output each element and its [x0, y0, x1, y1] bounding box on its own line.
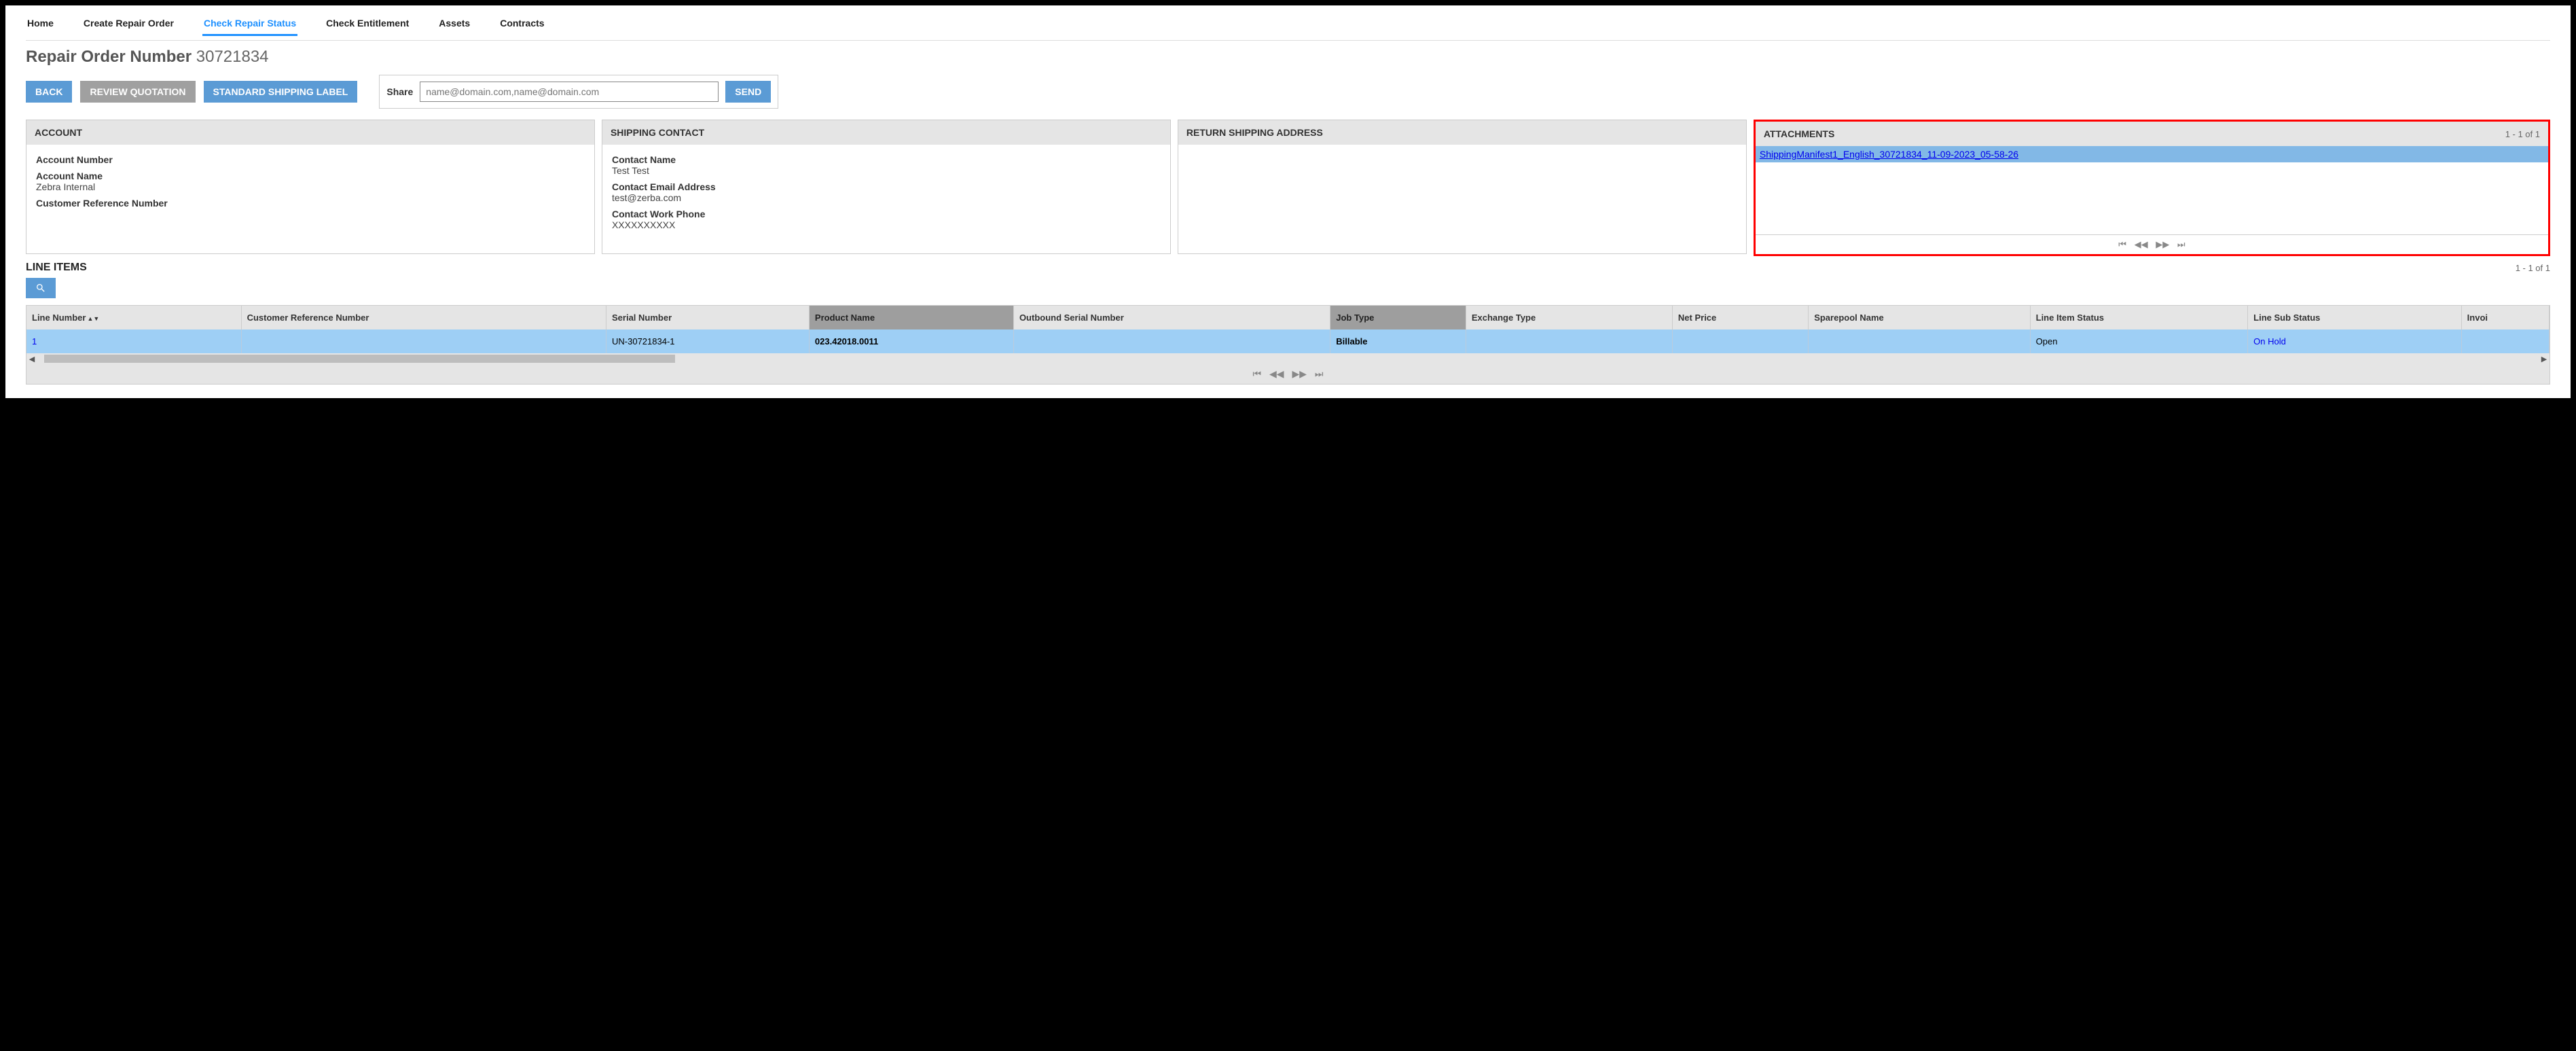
col-crn[interactable]: Customer Reference Number [241, 306, 606, 329]
contact-phone-value: XXXXXXXXXX [612, 219, 1161, 230]
pager-next-icon[interactable]: ▶▶ [2156, 239, 2169, 249]
account-number-label: Account Number [36, 154, 585, 165]
scroll-left-icon[interactable]: ◀ [26, 355, 37, 363]
attachments-header-label: ATTACHMENTS [1764, 128, 1834, 139]
horizontal-scrollbar[interactable]: ◀ ▶ [26, 353, 2550, 364]
cell-product-name: 023.42018.0011 [809, 329, 1013, 353]
nav-check-repair-status[interactable]: Check Repair Status [202, 12, 297, 36]
account-name-label: Account Name [36, 171, 585, 181]
return-address-body [1178, 145, 1746, 253]
panels-row: ACCOUNT Account Number Account Name Zebr… [26, 120, 2550, 256]
attachments-pager: ⏮ ◀◀ ▶▶ ⏭ [1756, 234, 2548, 254]
col-product-name[interactable]: Product Name [809, 306, 1013, 329]
cell-product-name-text: 023.42018.0011 [815, 336, 878, 346]
attachments-pager-text: 1 - 1 of 1 [2505, 129, 2540, 139]
grid-pager-first-icon[interactable]: ⏮ [1253, 368, 1262, 379]
attachments-list: ShippingManifest1_English_30721834_11-09… [1756, 146, 2548, 234]
attachments-panel: ATTACHMENTS 1 - 1 of 1 ShippingManifest1… [1754, 120, 2550, 256]
cell-outbound-serial [1013, 329, 1330, 353]
grid-pager-next-icon[interactable]: ▶▶ [1292, 368, 1307, 379]
share-input[interactable] [420, 82, 719, 102]
page-title: Repair Order Number 30721834 [26, 48, 2550, 67]
attachments-header: ATTACHMENTS 1 - 1 of 1 [1756, 122, 2548, 146]
nav-contracts[interactable]: Contracts [498, 12, 545, 36]
account-name-value: Zebra Internal [36, 181, 585, 192]
return-address-header-label: RETURN SHIPPING ADDRESS [1186, 127, 1323, 138]
account-panel-body: Account Number Account Name Zebra Intern… [26, 145, 594, 253]
page-title-prefix: Repair Order Number [26, 48, 192, 66]
action-row: BACK REVIEW QUOTATION STANDARD SHIPPING … [26, 75, 2550, 109]
scroll-right-icon[interactable]: ▶ [2539, 355, 2550, 363]
contact-email-value: test@zerba.com [612, 192, 1161, 203]
col-serial[interactable]: Serial Number [606, 306, 810, 329]
line-items-search-button[interactable] [26, 278, 56, 298]
cell-exchange-type [1466, 329, 1672, 353]
return-address-panel: RETURN SHIPPING ADDRESS [1178, 120, 1747, 254]
cell-serial: UN-30721834-1 [606, 329, 810, 353]
shipping-contact-header-label: SHIPPING CONTACT [611, 127, 704, 138]
cell-sub-status[interactable]: On Hold [2253, 336, 2286, 346]
order-number: 30721834 [196, 48, 269, 66]
cell-job-type: Billable [1330, 329, 1466, 353]
standard-shipping-label-button[interactable]: STANDARD SHIPPING LABEL [204, 81, 358, 103]
col-invoice[interactable]: Invoi [2461, 306, 2549, 329]
review-quotation-button[interactable]: REVIEW QUOTATION [80, 81, 195, 103]
cell-line-number[interactable]: 1 [32, 336, 37, 346]
line-items-title: LINE ITEMS [26, 262, 87, 274]
col-outbound-serial[interactable]: Outbound Serial Number [1013, 306, 1330, 329]
line-items-pager-text: 1 - 1 of 1 [2516, 263, 2550, 273]
col-job-type[interactable]: Job Type [1330, 306, 1466, 329]
table-header-row: Line Number Customer Reference Number Se… [26, 306, 2550, 329]
send-button[interactable]: SEND [725, 81, 771, 103]
col-line-number[interactable]: Line Number [26, 306, 241, 329]
col-sub-status[interactable]: Line Sub Status [2248, 306, 2462, 329]
line-items-grid: Line Number Customer Reference Number Se… [26, 305, 2550, 385]
account-panel: ACCOUNT Account Number Account Name Zebr… [26, 120, 595, 254]
col-net-price[interactable]: Net Price [1672, 306, 1808, 329]
shipping-contact-body: Contact Name Test Test Contact Email Add… [602, 145, 1170, 253]
crn-label: Customer Reference Number [36, 198, 585, 209]
grid-pager-prev-icon[interactable]: ◀◀ [1269, 368, 1284, 379]
account-header-label: ACCOUNT [35, 127, 82, 138]
col-exchange-type[interactable]: Exchange Type [1466, 306, 1672, 329]
share-label: Share [386, 86, 413, 97]
contact-name-label: Contact Name [612, 154, 1161, 165]
contact-email-label: Contact Email Address [612, 181, 1161, 192]
grid-pager-last-icon[interactable]: ⏭ [1315, 368, 1324, 379]
pager-first-icon[interactable]: ⏮ [2118, 239, 2126, 249]
back-button[interactable]: BACK [26, 81, 72, 103]
shipping-contact-panel: SHIPPING CONTACT Contact Name Test Test … [602, 120, 1171, 254]
table-row[interactable]: 1 UN-30721834-1 023.42018.0011 Billable … [26, 329, 2550, 353]
cell-sparepool [1809, 329, 2030, 353]
account-panel-header: ACCOUNT [26, 120, 594, 145]
contact-name-value: Test Test [612, 165, 1161, 176]
shipping-contact-header: SHIPPING CONTACT [602, 120, 1170, 145]
line-items-header-row: LINE ITEMS 1 - 1 of 1 [26, 262, 2550, 274]
cell-job-type-text: Billable [1336, 336, 1367, 346]
col-status[interactable]: Line Item Status [2030, 306, 2248, 329]
nav-create-repair-order[interactable]: Create Repair Order [82, 12, 175, 36]
col-sparepool[interactable]: Sparepool Name [1809, 306, 2030, 329]
scroll-thumb[interactable] [44, 355, 675, 363]
cell-net-price [1672, 329, 1808, 353]
cell-status: Open [2030, 329, 2248, 353]
nav-home[interactable]: Home [26, 12, 55, 36]
cell-invoice [2461, 329, 2549, 353]
main-nav: Home Create Repair Order Check Repair St… [26, 12, 2550, 41]
pager-prev-icon[interactable]: ◀◀ [2135, 239, 2148, 249]
line-items-table: Line Number Customer Reference Number Se… [26, 306, 2550, 353]
grid-pager: ⏮ ◀◀ ▶▶ ⏭ [26, 364, 2550, 384]
attachment-link[interactable]: ShippingManifest1_English_30721834_11-09… [1756, 146, 2548, 162]
share-box: Share SEND [379, 75, 778, 109]
nav-check-entitlement[interactable]: Check Entitlement [325, 12, 410, 36]
contact-phone-label: Contact Work Phone [612, 209, 1161, 219]
pager-last-icon[interactable]: ⏭ [2177, 239, 2185, 249]
app-frame: Home Create Repair Order Check Repair St… [5, 5, 2571, 398]
return-address-header: RETURN SHIPPING ADDRESS [1178, 120, 1746, 145]
search-icon [35, 283, 46, 293]
nav-assets[interactable]: Assets [437, 12, 471, 36]
cell-crn [241, 329, 606, 353]
